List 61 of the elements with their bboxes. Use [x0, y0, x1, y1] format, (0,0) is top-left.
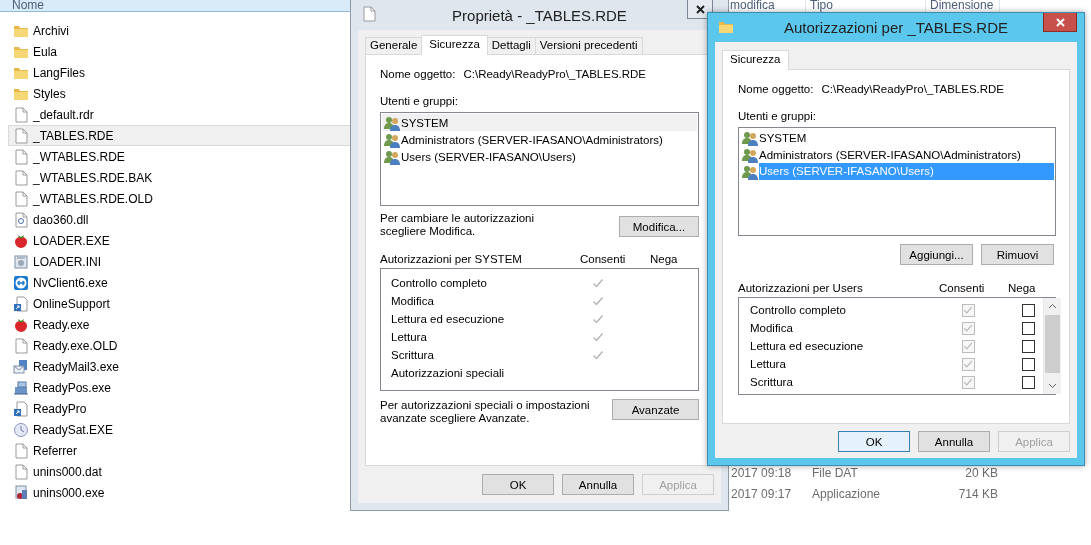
object-path: C:\Ready\ReadyPro\_TABLES.RDE	[821, 82, 1005, 96]
file-name: dao360.dll	[33, 212, 89, 227]
file-name: ReadyPro	[33, 401, 87, 416]
file-name: _TABLES.RDE	[33, 128, 114, 143]
file-name: ReadySat.EXE	[33, 422, 114, 437]
date-cell-text: 2017 09:18	[731, 467, 793, 480]
date-cell-text: 2017 09:17	[731, 488, 793, 501]
user-name: Administrators (SERVER-IFASANO\Administrators)	[759, 148, 1021, 161]
object-label: Nome oggetto:	[380, 67, 456, 81]
size-cell-text: 714 KB	[957, 488, 998, 501]
file-name: Ready.exe	[33, 317, 90, 332]
column-header: Nega	[1008, 281, 1036, 295]
file-name: LOADER.INI	[33, 254, 101, 269]
file-name: LOADER.EXE	[33, 233, 110, 248]
column-header: Nega	[650, 252, 678, 266]
type-cell-text: Applicazione	[812, 488, 882, 501]
user-name: Administrators (SERVER-IFASANO\Administrators)	[401, 133, 663, 146]
permission-name: Scrittura	[750, 376, 794, 388]
object-label: Nome oggetto:	[738, 82, 814, 96]
permission-name: Lettura	[750, 358, 787, 370]
permissions-label: Autorizzazioni per SYSTEM	[380, 252, 523, 266]
file-name: ReadyPos.exe	[33, 380, 112, 395]
user-name: SYSTEM	[759, 131, 807, 144]
file-name: unins000.dat	[33, 464, 102, 479]
file-name: _WTABLES.RDE.OLD	[33, 191, 153, 206]
permission-name: Modifica	[750, 322, 794, 334]
user-name: Users (SERVER-IFASANO\Users)	[401, 150, 576, 163]
size-cell-text: 20 KB	[964, 467, 998, 480]
hint-text: Per cambiare le autorizzazioni scegliere Modifica.	[380, 212, 536, 238]
file-name: OnlineSupport	[33, 296, 110, 311]
type-cell-text: File DAT	[812, 467, 859, 480]
file-name: Referrer	[33, 443, 77, 458]
permissions-label: Autorizzazioni per Users	[738, 281, 864, 295]
column-header: Consenti	[580, 252, 627, 266]
file-name: Eula	[33, 44, 58, 59]
users-label: Utenti e gruppi:	[380, 94, 459, 108]
permission-name: Modifica	[391, 295, 435, 307]
hint-text: Per autorizzazioni speciali o impostazioni avanzate scegliere Avanzate.	[380, 399, 591, 425]
file-name: Ready.exe.OLD	[33, 338, 118, 353]
file-name: _WTABLES.RDE.BAK	[33, 170, 153, 185]
file-name: LangFiles	[33, 65, 86, 80]
file-name: ReadyMail3.exe	[33, 359, 120, 374]
permission-name: Autorizzazioni speciali	[391, 367, 506, 379]
file-name: unins000.exe	[33, 485, 105, 500]
permission-name: Lettura	[391, 331, 428, 343]
permission-name: Controllo completo	[750, 304, 847, 316]
file-name: Archivi	[33, 23, 69, 38]
permission-name: Scrittura	[391, 349, 435, 361]
file-name: _default.rdr	[33, 107, 94, 122]
user-name: SYSTEM	[401, 116, 449, 129]
column-header: Consenti	[939, 281, 986, 295]
file-name: _WTABLES.RDE	[33, 149, 125, 164]
window-title: Autorizzazioni per _TABLES.RDE	[784, 19, 1008, 36]
window-title: Proprietà - _TABLES.RDE	[452, 6, 627, 24]
object-path: C:\Ready\ReadyPro\_TABLES.RDE	[463, 67, 647, 81]
permission-name: Lettura ed esecuzione	[750, 340, 865, 352]
users-label: Utenti e gruppi:	[738, 109, 817, 123]
file-name: NvClient6.exe	[33, 275, 108, 290]
permission-name: Lettura ed esecuzione	[391, 313, 506, 325]
permission-name: Controllo completo	[391, 277, 488, 289]
file-name: Styles	[33, 86, 66, 101]
